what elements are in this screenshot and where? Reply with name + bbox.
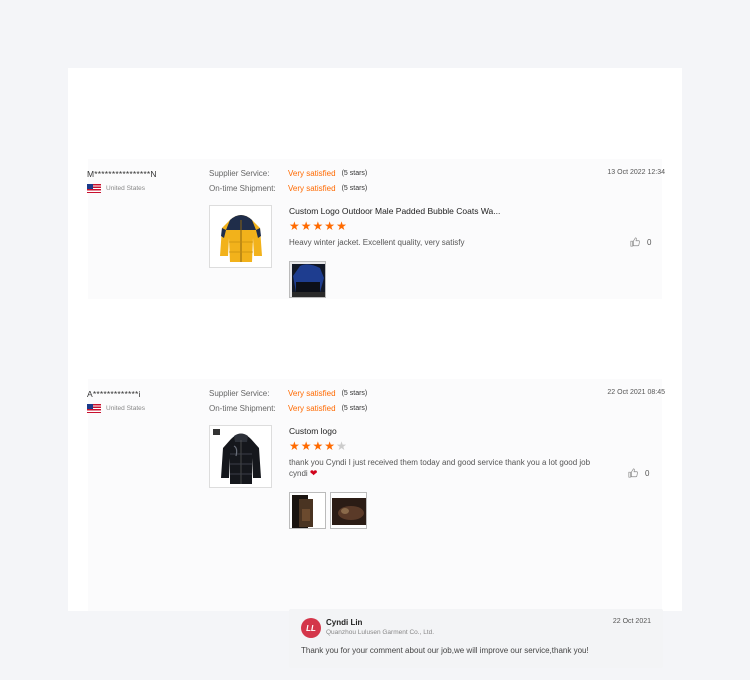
review-photo-image [331,493,366,528]
country-name: United States [106,404,146,412]
supplier-service-row: Supplier Service: Very satisfied (5 star… [209,389,367,398]
yellow-jacket-image [210,206,271,267]
like-button[interactable]: 0 [630,237,651,247]
shipment-row: On-time Shipment: Very satisfied (5 star… [209,184,367,193]
review-comment: Heavy winter jacket. Excellent quality, … [289,238,465,247]
supplier-service-value: Very satisfied [288,169,336,178]
rating-stars: ★ ★ ★ ★ ★ [289,440,347,452]
supplier-service-row: Supplier Service: Very satisfied (5 star… [209,169,367,178]
black-jacket-image [210,426,271,487]
review-photo-image [290,493,325,528]
us-flag-icon [87,183,101,193]
review-photo[interactable] [289,492,326,529]
seller-reply: LL Cyndi Lin Quanzhou Lulusen Garment Co… [289,609,663,668]
us-flag-icon [87,403,101,413]
rating-stars: ★ ★ ★ ★ ★ [289,220,347,232]
supplier-service-stars: (5 stars) [341,390,368,397]
product-title[interactable]: Custom Logo Outdoor Male Padded Bubble C… [289,206,500,216]
review-photo-image [290,262,325,297]
shipment-stars: (5 stars) [341,185,368,192]
thumbs-up-icon [628,468,638,478]
star-icon: ★ [300,219,312,233]
star-icon: ★ [289,219,300,233]
supplier-service-value: Very satisfied [288,389,336,398]
like-button[interactable]: 0 [628,468,649,478]
review-comment: thank you Cyndi I just received them tod… [289,457,599,479]
shipment-stars: (5 stars) [341,405,368,412]
supplier-service-stars: (5 stars) [341,170,368,177]
product-thumbnail[interactable] [209,425,272,488]
supplier-service-label: Supplier Service: [209,389,270,398]
star-icon: ★ [289,439,300,453]
star-icon: ★ [336,219,347,233]
star-icon: ★ [300,439,312,453]
review-item: M****************N United States Supplie… [68,159,682,299]
heart-icon: ❤ [309,468,318,478]
seller-name: Cyndi Lin [326,618,363,627]
review-item: A*************i United States Supplier S… [68,379,682,668]
review-date: 22 Oct 2021 08:45 [607,389,665,396]
star-icon: ★ [312,219,324,233]
buyer-name: A*************i [87,389,141,399]
thumbs-up-icon [630,237,640,247]
shipment-label: On-time Shipment: [209,404,276,413]
review-photo[interactable] [289,261,326,298]
product-thumbnail[interactable] [209,205,272,268]
review-background [88,379,662,611]
country-name: United States [106,184,146,192]
shipment-label: On-time Shipment: [209,184,276,193]
product-title[interactable]: Custom logo [289,426,337,436]
reply-text: Thank you for your comment about our job… [301,646,589,655]
star-icon: ★ [324,439,336,453]
buyer-country: United States [87,403,145,413]
star-icon: ★ [324,219,336,233]
review-comment-text: thank you Cyndi I just received them tod… [289,458,591,478]
buyer-country: United States [87,183,145,193]
seller-avatar: LL [301,618,321,638]
seller-company: Quanzhou Lulusen Garment Co., Ltd. [326,629,435,636]
star-icon: ★ [312,439,324,453]
reply-date: 22 Oct 2021 [612,618,651,625]
review-photo[interactable] [330,492,367,529]
review-date: 13 Oct 2022 12:34 [607,169,665,176]
like-count: 0 [647,237,652,247]
like-count: 0 [645,468,650,478]
buyer-name: M****************N [87,169,157,179]
shipment-value: Very satisfied [288,404,336,413]
supplier-service-label: Supplier Service: [209,169,270,178]
shipment-row: On-time Shipment: Very satisfied (5 star… [209,404,367,413]
shipment-value: Very satisfied [288,184,336,193]
star-icon: ★ [336,439,347,453]
reviews-card: M****************N United States Supplie… [68,68,682,668]
review-background [88,159,662,299]
